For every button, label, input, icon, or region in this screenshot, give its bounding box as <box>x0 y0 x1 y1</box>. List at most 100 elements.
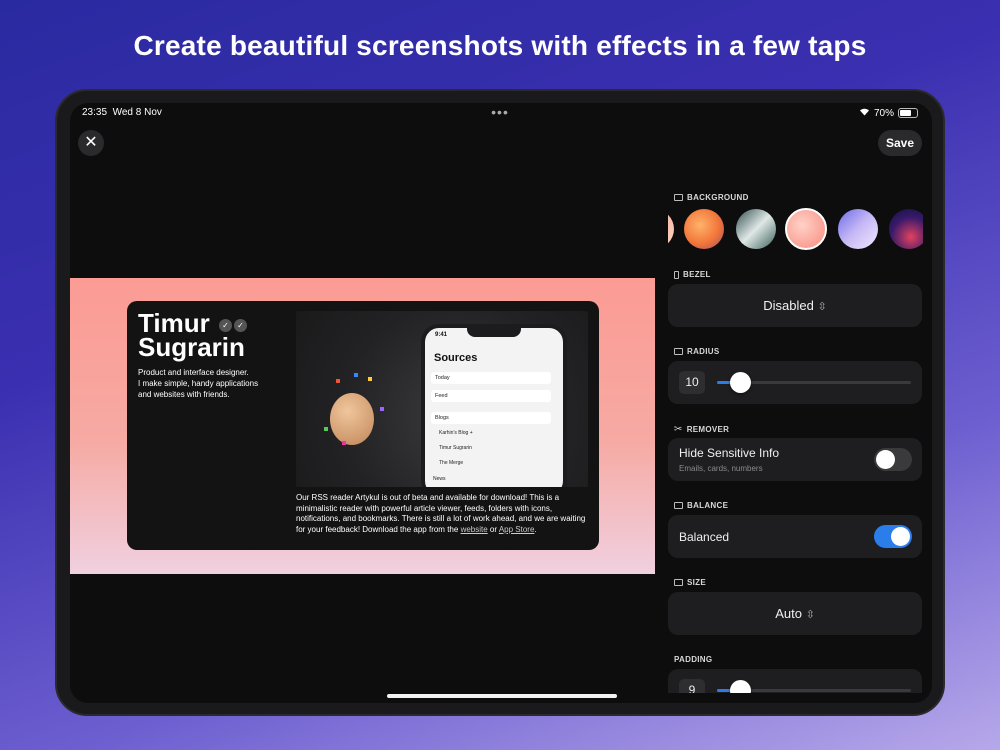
phone-sub-row: Timur Sugrarin <box>439 445 472 451</box>
background-swatches[interactable] <box>668 208 923 250</box>
phone-notch <box>467 327 521 337</box>
size-section-label: SIZE <box>674 578 706 587</box>
close-icon: ✕ <box>84 134 98 151</box>
balance-label: BALANCE <box>687 501 729 510</box>
radius-label: RADIUS <box>687 347 720 356</box>
card-description: Product and interface designer. I make s… <box>138 367 288 400</box>
phone-row-feed: Feed <box>431 390 551 402</box>
remover-row: Hide Sensitive Info Emails, cards, numbe… <box>668 438 922 481</box>
background-swatch[interactable] <box>736 209 776 249</box>
card-body-period: . <box>534 524 537 534</box>
card-title: Timur ✓ ✓ Sugrarin <box>138 310 247 362</box>
preview-canvas: Timur ✓ ✓ Sugrarin Product and interface … <box>70 278 655 574</box>
status-bar: 23:35 Wed 8 Nov ••• 70% <box>82 104 918 121</box>
padding-slider-thumb[interactable] <box>730 680 752 693</box>
bezel-section-label: BEZEL <box>674 270 711 279</box>
padding-control: 9 <box>668 669 922 693</box>
wifi-icon <box>859 107 870 119</box>
verified-badge-icon: ✓ <box>219 318 232 332</box>
background-swatch[interactable] <box>668 209 674 249</box>
website-link[interactable]: website <box>461 525 488 534</box>
background-swatch[interactable] <box>838 209 878 249</box>
balance-row: Balanced <box>668 515 922 558</box>
bezel-value: Disabled <box>763 298 814 313</box>
verified-badge-icon: ✓ <box>234 318 247 332</box>
card-desc-line2: I make simple, handy applications <box>138 379 259 388</box>
battery-fill <box>900 110 912 116</box>
balance-toggle[interactable] <box>874 525 912 548</box>
phone-title: Sources <box>434 352 478 364</box>
chevron-up-down-icon: ⇳ <box>805 609 815 621</box>
bezel-label: BEZEL <box>683 270 711 279</box>
scissors-icon: ✂ <box>674 424 683 435</box>
rectangle-icon <box>674 579 683 586</box>
screenshot-card: Timur ✓ ✓ Sugrarin Product and interface … <box>127 301 599 550</box>
image-icon <box>674 194 683 201</box>
card-body-paragraph: Our RSS reader Artykul is out of beta an… <box>296 493 586 534</box>
padding-label: PADDING <box>674 655 713 664</box>
confetti-shape <box>324 427 328 431</box>
remover-title: Hide Sensitive Info <box>679 446 780 460</box>
background-swatch[interactable] <box>684 209 724 249</box>
balance-icon <box>674 502 683 509</box>
balance-section-label: BALANCE <box>674 501 728 510</box>
padding-value[interactable]: 9 <box>679 679 705 693</box>
close-button[interactable]: ✕ <box>78 130 104 156</box>
bezel-picker[interactable]: Disabled ⇳ <box>668 284 922 327</box>
padding-section-label: PADDING <box>674 655 712 664</box>
size-value: Auto <box>775 606 802 621</box>
background-label: BACKGROUND <box>687 193 749 202</box>
background-swatch[interactable] <box>889 209 923 249</box>
phone-row-blogs: Blogs <box>431 412 551 424</box>
multitasking-dots-icon[interactable]: ••• <box>491 104 509 120</box>
card-body-text: Our RSS reader Artykul is out of beta an… <box>296 493 596 535</box>
radius-value[interactable]: 10 <box>679 371 705 394</box>
chevron-up-down-icon: ⇳ <box>817 301 827 313</box>
ipad-screen: 23:35 Wed 8 Nov ••• 70% ✕ Save Timur ✓ ✓ … <box>70 103 932 703</box>
confetti-shape <box>342 441 346 445</box>
confetti-shape <box>354 373 358 377</box>
radius-slider-thumb[interactable] <box>730 372 752 393</box>
confetti-shape <box>368 377 372 381</box>
battery-percent: 70% <box>873 107 894 119</box>
home-indicator[interactable] <box>387 694 617 698</box>
status-right: 70% <box>859 107 918 119</box>
phone-icon <box>674 270 679 279</box>
settings-panel[interactable]: BACKGROUND BEZEL Disabled ⇳ RADIUS 10 ✂ … <box>668 181 923 693</box>
background-swatch-selected[interactable] <box>785 208 827 250</box>
radius-section-label: RADIUS <box>674 347 719 356</box>
radius-control: 10 <box>668 361 922 404</box>
remover-label: REMOVER <box>686 425 730 434</box>
card-desc-line1: Product and interface designer. <box>138 368 249 377</box>
phone-sub-row: Karhin's Blog + <box>439 430 473 436</box>
card-body-or: or <box>489 524 498 534</box>
size-label: SIZE <box>687 578 706 587</box>
size-picker[interactable]: Auto ⇳ <box>668 592 922 635</box>
background-section-label: BACKGROUND <box>674 193 749 202</box>
headline: Create beautiful screenshots with effect… <box>133 30 867 61</box>
status-date: Wed 8 Nov <box>112 107 162 118</box>
battery-icon <box>898 108 918 118</box>
hide-sensitive-toggle[interactable] <box>874 448 912 471</box>
confetti-shape <box>380 407 384 411</box>
toggle-knob <box>876 450 895 469</box>
card-desc-line3: and websites with friends. <box>138 390 230 399</box>
app-store-link[interactable]: App Store <box>499 525 535 534</box>
square-icon <box>674 348 683 355</box>
phone-sub-row: The Merge <box>439 460 464 466</box>
save-button[interactable]: Save <box>877 130 922 156</box>
status-time: 23:35 <box>82 107 108 118</box>
remover-subtitle: Emails, cards, numbers <box>679 464 763 473</box>
status-time-date: 23:35 Wed 8 Nov <box>82 107 162 118</box>
toggle-knob <box>891 527 910 546</box>
phone-row-news: News <box>433 476 446 482</box>
remover-section-label: ✂ REMOVER <box>674 424 729 435</box>
ipad-frame: 23:35 Wed 8 Nov ••• 70% ✕ Save Timur ✓ ✓ … <box>55 89 945 716</box>
card-title-line2: Sugrarin <box>138 332 245 362</box>
card-hero-image: 9:41 Sources Today Feed Blogs Karhin's B… <box>296 311 588 487</box>
confetti-shape <box>336 379 340 383</box>
phone-row-today: Today <box>431 372 551 384</box>
memoji-image <box>330 393 374 445</box>
phone-mockup: 9:41 Sources Today Feed Blogs Karhin's B… <box>421 324 567 487</box>
phone-time: 9:41 <box>435 332 448 338</box>
